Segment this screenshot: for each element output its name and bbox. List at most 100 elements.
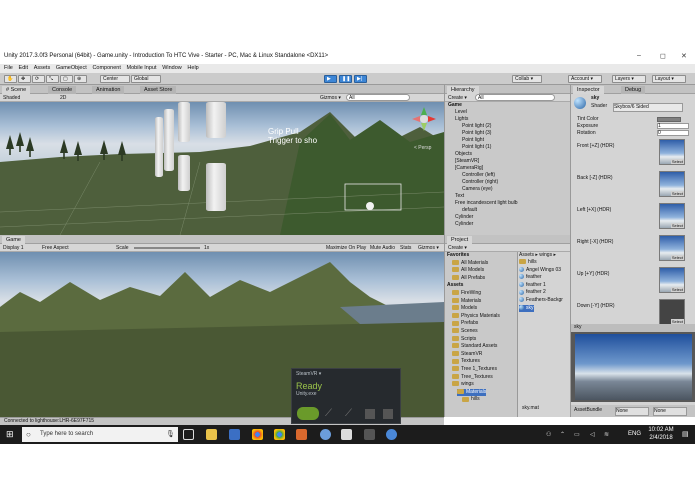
project-folder-item[interactable]: All Materials — [452, 260, 488, 267]
rect-tool-icon[interactable]: ▢ — [60, 75, 73, 83]
project-file-item[interactable]: sky — [519, 304, 534, 312]
chrome-icon[interactable] — [252, 429, 263, 440]
project-file-item[interactable]: hills — [519, 259, 537, 266]
texture-select-button[interactable]: Select — [670, 191, 684, 196]
mute-audio-toggle[interactable]: Mute Audio — [370, 244, 395, 252]
texture-thumbnail[interactable]: Select — [659, 203, 685, 229]
rotation-field[interactable]: 0 — [657, 130, 689, 136]
hierarchy-item[interactable]: Point light (3) — [462, 130, 491, 137]
tab-asset-store[interactable]: Asset Store — [140, 86, 177, 94]
windows-start-icon[interactable]: ⊞ — [6, 430, 15, 439]
project-folder-item[interactable]: Tree_Textures — [452, 374, 493, 381]
project-folder-item[interactable]: Textures — [452, 358, 480, 365]
menu-assets[interactable]: Assets — [34, 64, 51, 73]
hierarchy-search-input[interactable]: All — [475, 94, 555, 101]
texture-thumbnail[interactable]: Select — [659, 267, 685, 293]
base-station-1-icon[interactable] — [365, 409, 375, 419]
project-file-item[interactable]: Feathers-Backgr — [519, 297, 563, 304]
tab-game[interactable]: Game — [2, 236, 25, 244]
texture-thumbnail[interactable]: Select — [659, 299, 685, 325]
tab-project[interactable]: Project — [447, 236, 473, 244]
hierarchy-item[interactable]: Objects — [455, 151, 472, 158]
menu-window[interactable]: Window — [162, 64, 182, 73]
wifi-icon[interactable]: ≋ — [604, 431, 609, 438]
rotate-tool-icon[interactable]: ⟳ — [32, 75, 45, 83]
close-button[interactable]: ✕ — [681, 52, 687, 60]
hierarchy-item[interactable]: Point light (1) — [462, 144, 491, 151]
menu-mobile-input[interactable]: Mobile Input — [127, 64, 157, 73]
project-folder-item[interactable]: All Prefabs — [452, 275, 485, 282]
project-create-dropdown[interactable]: Create ▾ — [448, 244, 467, 252]
stats-toggle[interactable]: Stats — [400, 244, 411, 252]
people-icon[interactable]: ⚇ — [546, 431, 551, 438]
scene-gizmo-icon[interactable] — [412, 107, 436, 131]
tab-debug[interactable]: Debug — [621, 86, 646, 94]
transform-tool-icon[interactable]: ⊕ — [74, 75, 87, 83]
texture-thumbnail[interactable]: Select — [659, 139, 685, 165]
project-folder-item[interactable]: hills — [462, 396, 480, 403]
project-folder-item[interactable]: Scenes — [452, 328, 478, 335]
project-folder-item[interactable]: Assets — [447, 282, 463, 289]
hierarchy-item[interactable]: Game — [448, 102, 462, 109]
pivot-toggle[interactable]: Center — [100, 75, 130, 83]
project-file-item[interactable]: feather — [519, 274, 542, 281]
tint-color-swatch[interactable] — [657, 117, 681, 122]
exposure-field[interactable]: 1 — [657, 123, 689, 129]
microphone-icon[interactable]: 🎙 — [166, 430, 175, 438]
unity-icon[interactable] — [341, 429, 352, 440]
tray-chevron-icon[interactable]: ⌃ — [560, 431, 565, 438]
scale-tool-icon[interactable]: ⤡ — [46, 75, 59, 83]
hand-tool-icon[interactable]: ✋ — [4, 75, 17, 83]
step-button-icon[interactable]: ▶| — [354, 75, 367, 83]
project-folder-item[interactable]: SteamVR — [452, 351, 482, 358]
tab-console[interactable]: Console — [48, 86, 77, 94]
tab-hierarchy[interactable]: Hierarchy — [447, 86, 479, 94]
minimize-button[interactable]: – — [637, 52, 641, 59]
project-folder-item[interactable]: Favorites — [447, 252, 469, 259]
layout-dropdown[interactable]: Layout ▾ — [652, 75, 686, 83]
taskbar-search-box[interactable]: ○ Type here to search 🎙 — [22, 427, 178, 442]
hierarchy-item[interactable]: Camera (eye) — [462, 186, 493, 193]
chrome-icon-2[interactable] — [274, 429, 285, 440]
media-icon[interactable] — [364, 429, 375, 440]
aspect-dropdown[interactable]: Free Aspect — [42, 244, 69, 252]
tab-scene[interactable]: # Scene — [2, 86, 31, 94]
hierarchy-item[interactable]: Lights — [455, 116, 468, 123]
hierarchy-create-dropdown[interactable]: Create ▾ — [448, 94, 467, 102]
scene-search-input[interactable]: All — [346, 94, 410, 101]
texture-select-button[interactable]: Select — [670, 159, 684, 164]
move-tool-icon[interactable]: ✥ — [18, 75, 31, 83]
hierarchy-item[interactable]: Cylinder — [455, 214, 473, 221]
shader-dropdown[interactable]: Skybox/6 Sided — [613, 103, 683, 112]
notifications-icon[interactable]: ▤ — [682, 430, 689, 438]
toggle-2d[interactable]: 2D — [60, 94, 66, 102]
tab-inspector[interactable]: Inspector — [573, 86, 604, 94]
hierarchy-item[interactable]: Cylinder — [455, 221, 473, 228]
steamvr-title[interactable]: SteamVR ▾ — [296, 371, 321, 378]
controller-1-icon[interactable]: ⟋ — [325, 408, 335, 420]
menu-edit[interactable]: Edit — [19, 64, 28, 73]
project-folder-item[interactable]: Prefabs — [452, 320, 478, 327]
hierarchy-item[interactable]: Text — [455, 193, 464, 200]
clock-date[interactable]: 2/4/2018 — [646, 435, 676, 441]
project-folder-item[interactable]: Standard Assets — [452, 343, 497, 350]
project-file-item[interactable]: feather 2 — [519, 289, 546, 296]
tab-animation[interactable]: Animation — [92, 86, 125, 94]
texture-select-button[interactable]: Select — [670, 255, 684, 260]
steamvr-app-icon[interactable] — [296, 429, 307, 440]
hierarchy-item[interactable]: Point light — [462, 137, 484, 144]
texture-thumbnail[interactable]: Select — [659, 171, 685, 197]
steam-icon[interactable] — [386, 429, 397, 440]
variant-dropdown[interactable]: None — [653, 407, 687, 416]
space-toggle[interactable]: Global — [131, 75, 161, 83]
collab-dropdown[interactable]: Collab ▾ — [512, 75, 542, 83]
project-folder-item[interactable]: wings — [452, 381, 474, 388]
project-folder-item[interactable]: Tree 1_Textures — [452, 366, 497, 373]
project-folder-item[interactable]: Materials — [452, 298, 481, 305]
controller-2-icon[interactable]: ⟋ — [345, 408, 355, 420]
maximize-button[interactable]: ◻ — [660, 52, 666, 60]
shading-dropdown[interactable]: Shaded — [3, 94, 20, 102]
menu-file[interactable]: File — [4, 64, 13, 73]
play-button-icon[interactable]: ▶ — [324, 75, 337, 83]
game-gizmos-dropdown[interactable]: Gizmos ▾ — [418, 244, 439, 252]
